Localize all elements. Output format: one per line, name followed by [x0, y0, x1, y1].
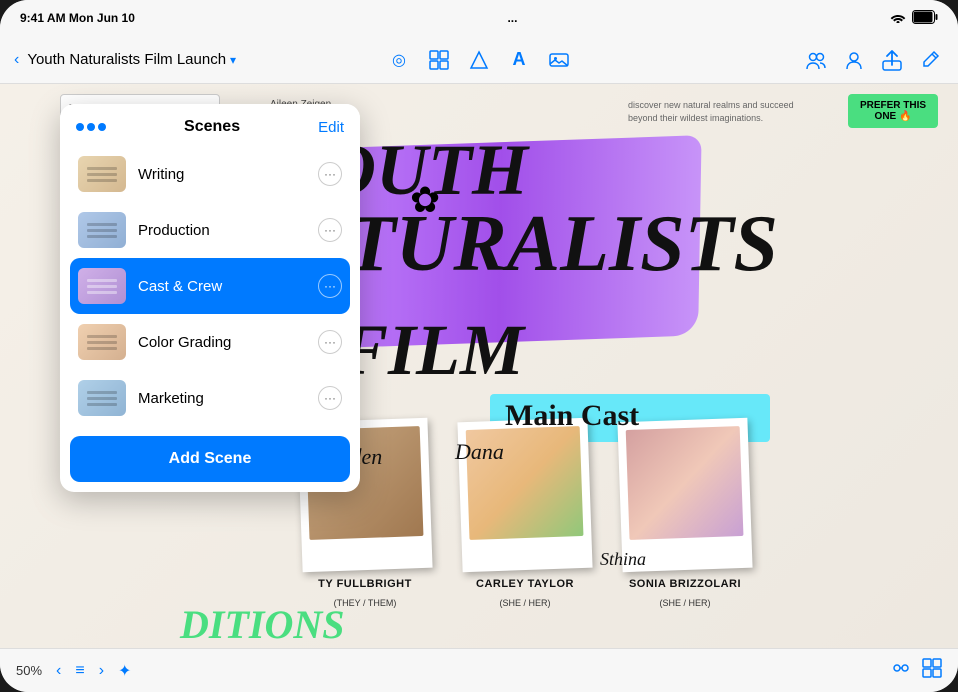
toolbar: ‹ Youth Naturalists Film Launch ▾ ◎ A — [0, 36, 958, 84]
cast-crew-thumb — [78, 268, 126, 304]
dot-3 — [98, 123, 106, 131]
collaborate-icon[interactable] — [802, 46, 830, 74]
person-icon[interactable] — [840, 46, 868, 74]
scene-list: Writing ··· Production ··· Cast & — [60, 146, 360, 426]
color-grading-label: Color Grading — [138, 334, 306, 351]
star-page-button[interactable]: ✦ — [118, 661, 131, 681]
dot-2 — [87, 123, 95, 131]
status-bar: 9:41 AM Mon Jun 10 ... — [0, 0, 958, 36]
production-more-button[interactable]: ··· — [318, 218, 342, 242]
dana-signature: Dana — [455, 439, 504, 465]
cast-crew-label: Cast & Crew — [138, 278, 306, 295]
status-bar-left: 9:41 AM Mon Jun 10 — [20, 11, 135, 25]
sonia-photo — [626, 426, 744, 540]
status-bar-center: ... — [507, 11, 517, 25]
share-icon[interactable] — [878, 46, 906, 74]
layout-icon[interactable] — [425, 46, 453, 74]
sonia-pronouns: (SHE / HER) — [659, 598, 710, 608]
scene-item-color-grading[interactable]: Color Grading ··· — [70, 314, 350, 370]
scene-item-marketing[interactable]: Marketing ··· — [70, 370, 350, 426]
bottom-bar: 50% ‹ ≡ › ✦ — [0, 648, 958, 692]
scenes-edit-button[interactable]: Edit — [318, 119, 344, 136]
circle-a-icon[interactable]: ◎ — [385, 46, 413, 74]
scenes-panel: Scenes Edit Writing ··· Product — [60, 104, 360, 492]
flower-decoration: ✿ — [410, 179, 440, 221]
color-grading-more-button[interactable]: ··· — [318, 330, 342, 354]
scenes-title: Scenes — [184, 118, 240, 136]
scenes-header: Scenes Edit — [60, 104, 360, 146]
zoom-level[interactable]: 50% — [16, 663, 42, 678]
time-display: 9:41 AM Mon Jun 10 — [20, 11, 135, 25]
next-page-button[interactable]: › — [95, 658, 108, 684]
canvas-area: Aileen Zeigen discover new natural realm… — [0, 84, 958, 648]
marketing-thumb — [78, 380, 126, 416]
cast-crew-more-button[interactable]: ··· — [318, 274, 342, 298]
athina-signature: Sthina — [600, 549, 646, 570]
ty-name: TY FULLBRIGHT — [318, 578, 412, 590]
production-label: Production — [138, 222, 306, 239]
color-grading-thumb — [78, 324, 126, 360]
toolbar-center: ◎ A — [385, 46, 573, 74]
carley-pronouns: (SHE / HER) — [499, 598, 550, 608]
page-nav: ‹ ≡ › — [52, 658, 108, 684]
wifi-icon — [890, 11, 906, 26]
panel-dots[interactable] — [76, 123, 106, 131]
back-button[interactable]: ‹ — [14, 51, 19, 69]
media-icon[interactable] — [545, 46, 573, 74]
discover-text: discover new natural realms and succeed … — [628, 99, 808, 124]
status-bar-right — [890, 10, 938, 27]
toolbar-left: ‹ Youth Naturalists Film Launch ▾ — [14, 51, 375, 69]
film-label: FILM — [340, 314, 524, 386]
sonia-name: SONIA BRIZZOLARI — [629, 578, 741, 590]
status-dots: ... — [507, 11, 517, 25]
shapes-icon[interactable] — [465, 46, 493, 74]
title-dropdown-icon: ▾ — [230, 53, 236, 67]
writing-thumb — [78, 156, 126, 192]
battery-icon — [912, 10, 938, 27]
writing-label: Writing — [138, 166, 306, 183]
grid-view-icon[interactable] — [922, 658, 942, 683]
main-cast-label: Main Cast — [505, 399, 639, 433]
bottom-ditions-text: DITIONS — [180, 601, 344, 648]
document-title[interactable]: Youth Naturalists Film Launch ▾ — [27, 51, 236, 68]
toolbar-right — [583, 46, 944, 74]
page-list-button[interactable]: ≡ — [71, 658, 88, 684]
scene-item-cast-crew[interactable]: Cast & Crew ··· — [70, 258, 350, 314]
scene-item-writing[interactable]: Writing ··· — [70, 146, 350, 202]
marketing-label: Marketing — [138, 390, 306, 407]
add-scene-button[interactable]: Add Scene — [70, 436, 350, 482]
dot-1 — [76, 123, 84, 131]
ipad-frame: 9:41 AM Mon Jun 10 ... — [0, 0, 958, 692]
writing-more-button[interactable]: ··· — [318, 162, 342, 186]
bottom-right-tools — [890, 658, 942, 683]
marketing-more-button[interactable]: ··· — [318, 386, 342, 410]
prev-page-button[interactable]: ‹ — [52, 658, 65, 684]
pencil-icon[interactable] — [916, 46, 944, 74]
link-icon[interactable] — [890, 658, 912, 683]
scene-item-production[interactable]: Production ··· — [70, 202, 350, 258]
production-thumb — [78, 212, 126, 248]
carley-name: CARLEY TAYLOR — [476, 578, 574, 590]
cast-photo-sonia: SONIA BRIZZOLARI (SHE / HER) — [620, 420, 750, 608]
text-icon[interactable]: A — [505, 46, 533, 74]
prefer-note-card: PREFER THIS ONE 🔥 — [848, 94, 938, 128]
